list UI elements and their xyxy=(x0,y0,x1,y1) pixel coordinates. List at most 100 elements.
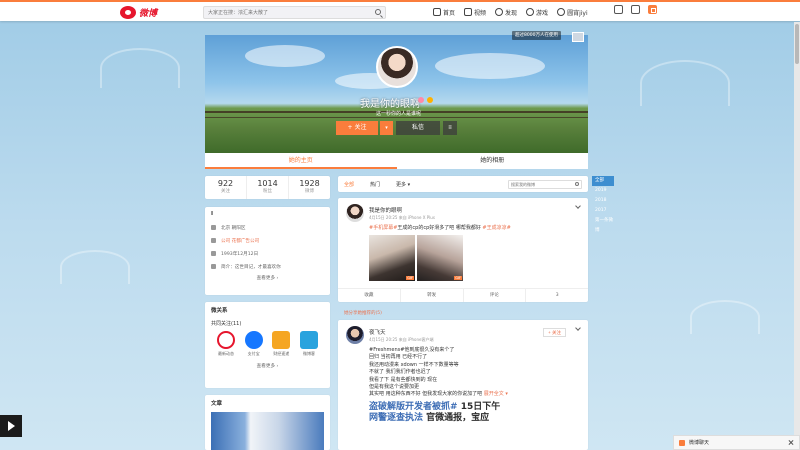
app-item[interactable]: 支付宝 xyxy=(243,331,265,357)
info-bio: 简介：这世目记，才最喜欢你 xyxy=(221,264,281,270)
message-icon[interactable] xyxy=(614,5,623,14)
info-more-link[interactable]: 查看更多 › xyxy=(211,275,324,281)
gamepad-icon xyxy=(526,8,535,16)
chevron-down-icon: ▾ xyxy=(385,125,388,131)
common-follows[interactable]: 共同关注(11) xyxy=(211,320,324,327)
gif-badge: GIF xyxy=(454,276,462,280)
message-button[interactable]: 私信 xyxy=(396,121,440,135)
post-line: 其实吧 用这种东西不好 但我发现大家的你说加了吧 展开全文 ▾ xyxy=(369,391,580,398)
timeline-item[interactable]: 2018 xyxy=(592,196,614,206)
cover-cloud xyxy=(245,45,325,67)
stat-followers[interactable]: 1014 粉丝 xyxy=(247,176,289,199)
post-image[interactable]: GIF xyxy=(369,235,415,281)
app-item[interactable]: 最新动态 xyxy=(215,331,237,357)
feed-tab-all[interactable]: 全部 xyxy=(344,181,354,188)
image-text-blue: 盗破解版开发者被抓# xyxy=(369,401,458,412)
nav-home[interactable]: 首页 xyxy=(433,8,455,17)
shared-note[interactable]: 她分享她推荐的(5) xyxy=(344,310,382,316)
gear-icon[interactable] xyxy=(631,5,640,14)
timeline-item[interactable]: 2017 xyxy=(592,206,614,216)
alipay-icon xyxy=(244,331,263,349)
expand-link[interactable]: 展开全文 ▾ xyxy=(484,391,508,397)
tab-home[interactable]: 她的主页 xyxy=(205,153,397,169)
post-line: 不就了 我们我们作者也迟了 xyxy=(369,369,431,376)
nav-video-label: 视频 xyxy=(474,9,487,17)
post-text: #Freshmens#他到底很久没有来个了 回归 当初再用 已经不行了 我还用动… xyxy=(369,347,580,399)
compose-icon[interactable] xyxy=(648,5,657,14)
info-location: 北京 朝阳区 xyxy=(221,225,246,231)
cover-cloud xyxy=(435,53,545,79)
post-author[interactable]: 我是你的眼啊 xyxy=(369,206,435,214)
post-hashtag[interactable]: #手机屏幕# xyxy=(369,225,397,231)
search-icon[interactable] xyxy=(575,181,579,186)
stat-posts[interactable]: 1928 微博 xyxy=(289,176,330,199)
profile-username: 我是你的眼啊 xyxy=(360,99,420,110)
stat-following-num: 922 xyxy=(217,179,234,188)
comment-button[interactable]: 评论 xyxy=(464,289,527,302)
nav-profile-label: 圆宵jiyi xyxy=(567,9,588,17)
timeline-item[interactable]: 2019 xyxy=(592,186,614,196)
home-icon xyxy=(433,8,441,16)
favorite-button[interactable]: 收藏 xyxy=(338,289,401,302)
post-author[interactable]: 夜飞天 xyxy=(369,328,433,336)
repost-button[interactable]: 转发 xyxy=(401,289,464,302)
nav-video[interactable]: 视频 xyxy=(464,8,486,17)
stat-followers-label: 粉丝 xyxy=(263,189,272,194)
play-icon[interactable] xyxy=(0,415,22,437)
post-image-text[interactable]: 盗破解版开发者被抓# 15日下午 网警逐查执法 官微通报，宝应 xyxy=(369,402,580,424)
timeline-item[interactable]: 全部 xyxy=(592,176,614,186)
background-cloud xyxy=(60,250,130,284)
main-nav: 首页 视频 发现 游戏 圆宵jiyi xyxy=(433,5,588,19)
search-input[interactable] xyxy=(204,7,369,18)
follow-button[interactable]: + 关注 xyxy=(336,121,378,135)
post-hashtag[interactable]: #王成凉凉# xyxy=(482,225,510,231)
profile-tabs: 她的主页 她的相册 xyxy=(205,153,588,169)
image-line: 网警逐查执法 官微通报，宝应 xyxy=(369,413,580,424)
diamond-icon xyxy=(217,331,235,349)
feed-search-input[interactable] xyxy=(509,180,571,188)
feed-tab-more[interactable]: 更多 ▾ xyxy=(396,181,410,188)
nav-profile[interactable]: 圆宵jiyi xyxy=(557,8,588,17)
timeline-nav: 全部 2019 2018 2017 第一条微博 xyxy=(592,176,614,233)
follow-author-button[interactable]: + 关注 xyxy=(543,328,566,337)
weibo-logo[interactable]: 微博 xyxy=(120,4,190,20)
user-icon xyxy=(557,8,566,16)
post-body: 王成的cp的cp好滑多了吧 哪帮我都好 xyxy=(397,225,483,231)
close-icon[interactable] xyxy=(788,440,794,446)
post-avatar[interactable] xyxy=(346,326,364,344)
follow-dropdown-button[interactable]: ▾ xyxy=(380,121,393,135)
relations-more-link[interactable]: 查看更多 › xyxy=(211,363,324,369)
stat-following[interactable]: 922 关注 xyxy=(205,176,247,199)
like-button[interactable]: 3 xyxy=(526,289,588,302)
feed-filter-bar: 全部 热门 更多 ▾ xyxy=(338,176,588,192)
cover-fence xyxy=(205,117,588,118)
chat-widget[interactable]: 微博聊天 xyxy=(673,435,800,450)
profile-desc: 这一秒你的人是谁呢 xyxy=(376,111,422,117)
relations-title: 微关系 xyxy=(211,308,228,314)
avatar[interactable] xyxy=(376,46,418,88)
scrollbar[interactable] xyxy=(794,22,800,450)
post-avatar[interactable] xyxy=(346,204,364,222)
nav-games[interactable]: 游戏 xyxy=(526,8,548,17)
post-line: 我看了下 是有些都快到的 现在 xyxy=(369,376,438,383)
more-menu-button[interactable]: ≡ xyxy=(443,121,457,135)
nav-discover[interactable]: 发现 xyxy=(495,8,517,17)
post-line-text: 其实吧 用这种东西不好 但我发现大家的你说加了吧 xyxy=(369,391,483,398)
search-icon[interactable] xyxy=(375,9,381,15)
timeline-item[interactable]: 第一条微博 xyxy=(592,216,614,233)
image-text: 官微通报，宝应 xyxy=(426,412,490,423)
post-time[interactable]: 4月15日 20:25 来自 iPhone X Plus xyxy=(369,215,435,221)
article-thumbnail[interactable] xyxy=(211,412,324,450)
scrollbar-thumb[interactable] xyxy=(795,24,799,64)
post-time[interactable]: 4月15日 20:25 来自 iPhone客户端 xyxy=(369,337,433,343)
compass-icon xyxy=(495,8,504,16)
briefcase-icon xyxy=(211,238,216,243)
app-item[interactable]: 财经速递 xyxy=(270,331,292,357)
tab-album[interactable]: 她的相册 xyxy=(397,153,589,169)
feed-tab-hot[interactable]: 热门 xyxy=(370,181,380,188)
template-icon[interactable] xyxy=(572,32,584,42)
post-image[interactable]: GIF xyxy=(417,235,463,281)
info-company-link[interactable]: 公司 花都广告公司 xyxy=(221,238,259,244)
vip-badge-icon[interactable] xyxy=(427,97,433,103)
app-item[interactable]: 微博客 xyxy=(298,331,320,357)
